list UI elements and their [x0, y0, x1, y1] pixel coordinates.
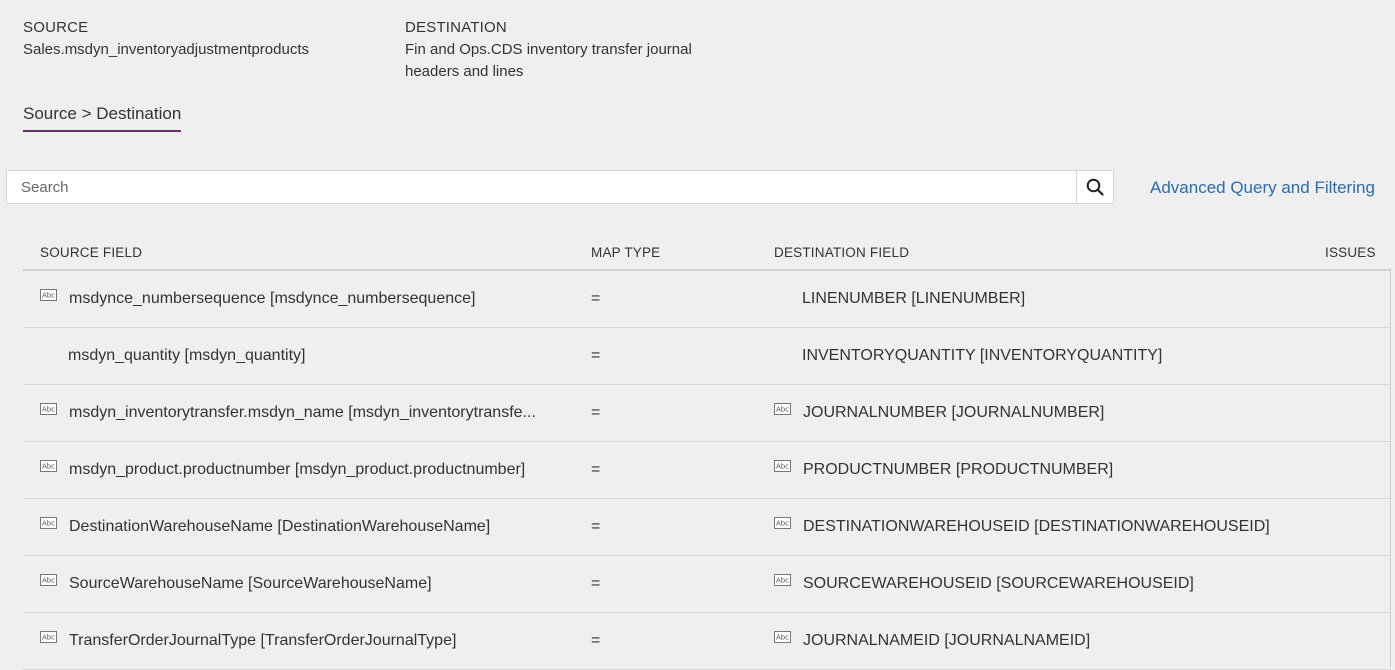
grid-rows: Abc msdynce_numbersequence [msdynce_numbe… [23, 271, 1391, 670]
text-field-icon: Abc [774, 460, 791, 472]
destination-field-cell: Abc JOURNALNAMEID [JOURNALNAMEID] [774, 613, 1090, 669]
advanced-query-filtering-link[interactable]: Advanced Query and Filtering [1150, 178, 1375, 198]
destination-field-cell: Abc DESTINATIONWAREHOUSEID [DESTINATIONWA… [774, 499, 1270, 555]
text-field-icon: Abc [40, 517, 57, 529]
destination-field-name: INVENTORYQUANTITY [INVENTORYQUANTITY] [802, 347, 1163, 364]
destination-field-cell: Abc SOURCEWAREHOUSEID [SOURCEWAREHOUSEID] [774, 556, 1194, 612]
svg-text:Abc: Abc [42, 406, 55, 414]
source-field-cell: Abc DestinationWarehouseName [Destination… [40, 499, 560, 555]
destination-field-name: JOURNALNAMEID [JOURNALNAMEID] [803, 632, 1091, 649]
table-row[interactable]: Abc msdyn_product.productnumber [msdyn_pr… [23, 442, 1391, 499]
destination-field-name: PRODUCTNUMBER [PRODUCTNUMBER] [803, 461, 1114, 478]
source-field-name: msdyn_quantity [msdyn_quantity] [68, 347, 306, 364]
text-field-icon: Abc [774, 631, 791, 643]
table-row[interactable]: Abc msdynce_numbersequence [msdynce_numbe… [23, 271, 1391, 328]
table-row[interactable]: msdyn_quantity [msdyn_quantity] = INVENTOR… [23, 328, 1391, 385]
field-mapping-grid: SOURCE FIELD MAP TYPE DESTINATION FIELD … [23, 236, 1391, 670]
search-box [6, 170, 1114, 204]
map-type-cell[interactable]: = [591, 271, 600, 327]
text-field-icon: Abc [774, 403, 791, 415]
source-info: SOURCE Sales.msdyn_inventoryadjustmentpr… [23, 17, 309, 61]
map-type-cell[interactable]: = [591, 328, 600, 384]
svg-text:Abc: Abc [42, 463, 55, 471]
column-header-source-field[interactable]: SOURCE FIELD [40, 245, 142, 260]
text-field-icon: Abc [774, 574, 791, 586]
column-header-destination-field[interactable]: DESTINATION FIELD [774, 245, 909, 260]
destination-field-cell: Abc JOURNALNUMBER [JOURNALNUMBER] [774, 385, 1104, 441]
svg-text:Abc: Abc [776, 463, 789, 471]
destination-field-cell: LINENUMBER [LINENUMBER] [774, 271, 1025, 327]
source-field-name: TransferOrderJournalType [TransferOrderJ… [69, 632, 457, 649]
grid-header: SOURCE FIELD MAP TYPE DESTINATION FIELD … [23, 236, 1391, 271]
source-field-cell: Abc TransferOrderJournalType [TransferOrd… [40, 613, 560, 669]
svg-text:Abc: Abc [776, 520, 789, 528]
destination-field-name: JOURNALNUMBER [JOURNALNUMBER] [803, 404, 1105, 421]
destination-field-cell: Abc PRODUCTNUMBER [PRODUCTNUMBER] [774, 442, 1113, 498]
text-field-icon: Abc [774, 517, 791, 529]
destination-label: DESTINATION [405, 19, 507, 36]
destination-field-name: DESTINATIONWAREHOUSEID [DESTINATIONWAREH… [803, 518, 1270, 535]
source-field-cell: Abc msdyn_product.productnumber [msdyn_pr… [40, 442, 560, 498]
source-field-cell: Abc msdyn_inventorytransfer.msdyn_name [m… [40, 385, 560, 441]
table-row[interactable]: Abc msdyn_inventorytransfer.msdyn_name [m… [23, 385, 1391, 442]
source-field-cell: msdyn_quantity [msdyn_quantity] [40, 328, 560, 384]
svg-text:Abc: Abc [42, 292, 55, 300]
destination-entity-name: Fin and Ops.CDS inventory transfer journ… [405, 41, 692, 80]
map-type-cell[interactable]: = [591, 385, 600, 441]
map-type-cell[interactable]: = [591, 442, 600, 498]
svg-text:Abc: Abc [42, 634, 55, 642]
source-label: SOURCE [23, 19, 89, 36]
source-field-name: msdyn_product.productnumber [msdyn_produ… [69, 461, 526, 478]
destination-field-name: SOURCEWAREHOUSEID [SOURCEWAREHOUSEID] [803, 575, 1194, 592]
source-field-name: SourceWarehouseName [SourceWarehouseName… [69, 575, 432, 592]
map-type-cell[interactable]: = [591, 613, 600, 669]
source-field-name: DestinationWarehouseName [DestinationWar… [69, 518, 491, 535]
tab-source-destination[interactable]: Source > Destination [23, 104, 182, 132]
text-field-icon: Abc [40, 460, 57, 472]
source-field-name: msdyn_inventorytransfer.msdyn_name [msdy… [69, 404, 536, 421]
svg-text:Abc: Abc [776, 577, 789, 585]
column-header-issues[interactable]: ISSUES [1325, 245, 1376, 260]
destination-field-name: LINENUMBER [LINENUMBER] [802, 290, 1026, 307]
search-button[interactable] [1076, 171, 1113, 203]
table-row[interactable]: Abc SourceWarehouseName [SourceWarehouseN… [23, 556, 1391, 613]
source-entity-name: Sales.msdyn_inventoryadjustmentproducts [23, 41, 309, 58]
text-field-icon: Abc [40, 403, 57, 415]
svg-text:Abc: Abc [42, 577, 55, 585]
text-field-icon: Abc [40, 289, 57, 301]
search-input[interactable] [7, 171, 1079, 203]
text-field-icon: Abc [40, 574, 57, 586]
destination-info: DESTINATION Fin and Ops.CDS inventory tr… [405, 17, 725, 83]
text-field-icon: Abc [40, 631, 57, 643]
destination-field-cell: INVENTORYQUANTITY [INVENTORYQUANTITY] [774, 328, 1162, 384]
map-type-cell[interactable]: = [591, 499, 600, 555]
column-header-map-type[interactable]: MAP TYPE [591, 245, 660, 260]
source-field-cell: Abc SourceWarehouseName [SourceWarehouseN… [40, 556, 560, 612]
map-type-cell[interactable]: = [591, 556, 600, 612]
svg-text:Abc: Abc [42, 520, 55, 528]
svg-text:Abc: Abc [776, 406, 789, 414]
scrollbar-edge[interactable] [1390, 268, 1395, 668]
table-row[interactable]: Abc DestinationWarehouseName [Destination… [23, 499, 1391, 556]
table-row[interactable]: Abc TransferOrderJournalType [TransferOrd… [23, 613, 1391, 670]
source-field-name: msdynce_numbersequence [msdynce_numberse… [69, 290, 476, 307]
svg-text:Abc: Abc [776, 634, 789, 642]
search-icon [1086, 178, 1104, 196]
source-field-cell: Abc msdynce_numbersequence [msdynce_numbe… [40, 271, 560, 327]
